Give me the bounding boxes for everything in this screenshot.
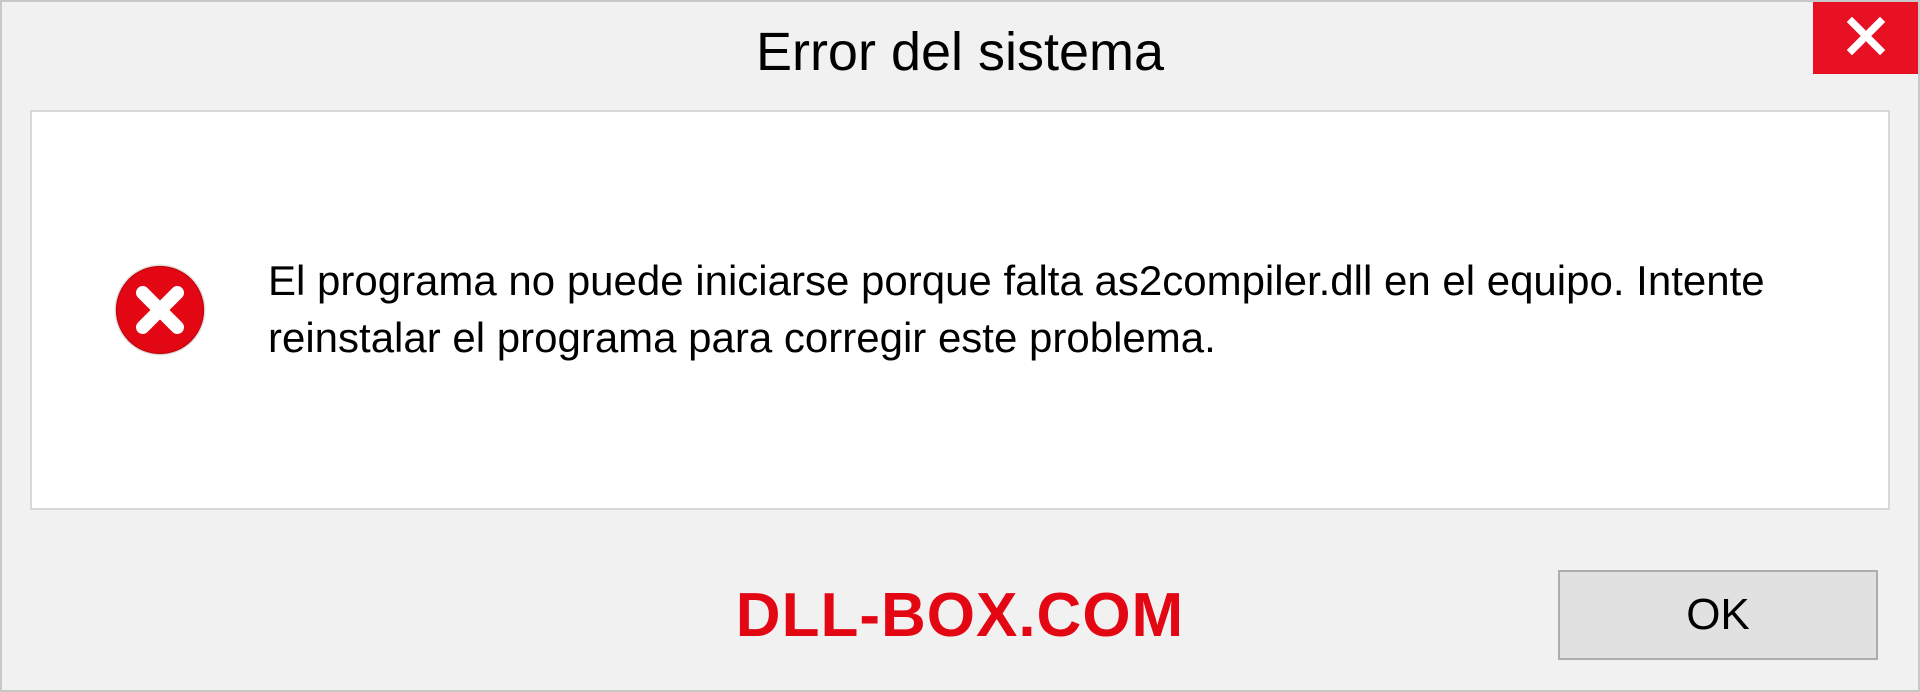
watermark-text: DLL-BOX.COM <box>736 580 1184 651</box>
dialog-title: Error del sistema <box>756 21 1164 83</box>
footer: DLL-BOX.COM OK <box>2 540 1918 690</box>
close-button[interactable] <box>1813 2 1918 74</box>
content-panel: El programa no puede iniciarse porque fa… <box>30 110 1890 510</box>
error-message: El programa no puede iniciarse porque fa… <box>268 253 1838 366</box>
close-icon <box>1845 15 1887 62</box>
error-icon <box>112 262 208 358</box>
ok-button[interactable]: OK <box>1558 570 1878 660</box>
titlebar: Error del sistema <box>2 2 1918 102</box>
